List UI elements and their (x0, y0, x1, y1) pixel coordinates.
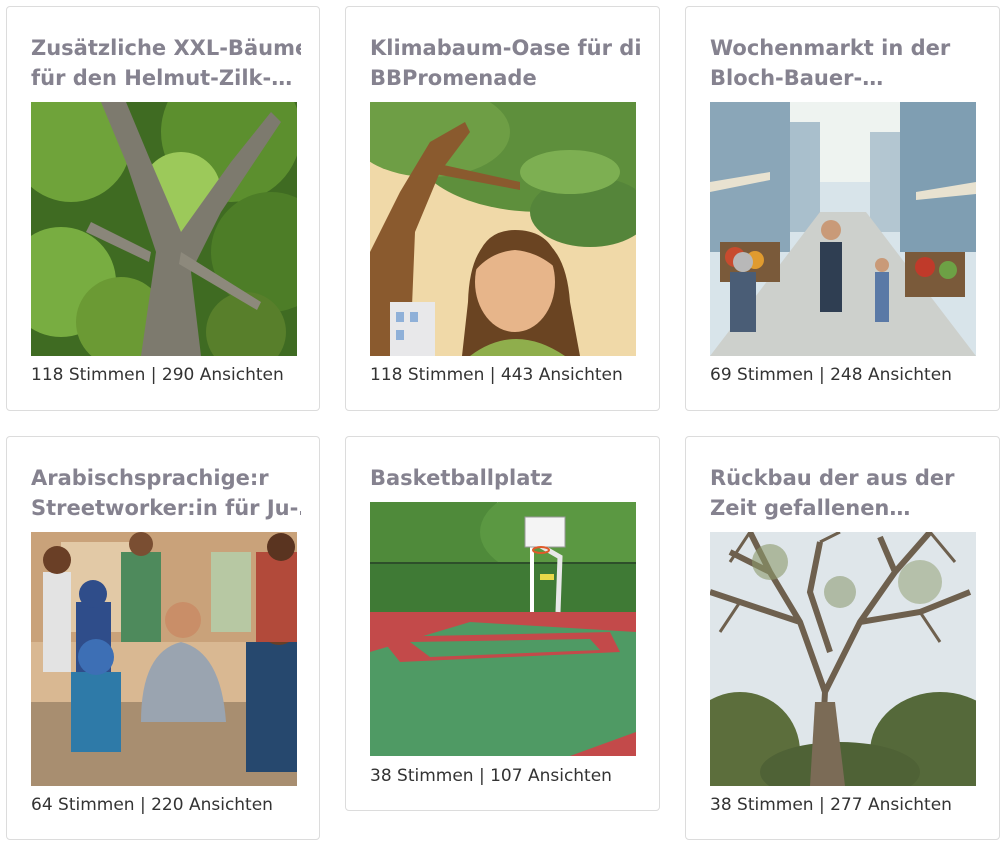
card-stats: 118 Stimmen | 443 Ansichten (370, 365, 623, 385)
card-stats: 38 Stimmen | 277 Ansichten (710, 795, 952, 815)
card-title[interactable]: Wochenmarkt in der Bloch-Bauer-… (710, 33, 980, 93)
idea-card[interactable]: Arabischsprachige:r Streetworker:in für … (6, 436, 320, 840)
card-title[interactable]: Klimabaum-Oase für die BBPromenade (370, 33, 640, 93)
card-stats: 118 Stimmen | 290 Ansichten (31, 365, 284, 385)
card-title-line: Zusätzliche XXL-Bäume (31, 36, 301, 60)
idea-card[interactable]: Zusätzliche XXL-Bäume für den Helmut-Zil… (6, 6, 320, 411)
card-title[interactable]: Zusätzliche XXL-Bäume für den Helmut-Zil… (31, 33, 301, 93)
idea-card[interactable]: Basketballplatz 38 Stimmen | 107 Ansicht… (345, 436, 660, 811)
card-title-line: Rückbau der aus der (710, 466, 955, 490)
card-stats: 64 Stimmen | 220 Ansichten (31, 795, 273, 815)
idea-card[interactable]: Rückbau der aus der Zeit gefallenen… 38 … (685, 436, 1000, 840)
card-stats: 69 Stimmen | 248 Ansichten (710, 365, 952, 385)
card-title-line: Basketballplatz (370, 466, 553, 490)
card-title-line: Arabischsprachige:r (31, 466, 269, 490)
idea-card[interactable]: Klimabaum-Oase für die BBPromenade 118 S… (345, 6, 660, 411)
card-title-line: Bloch-Bauer-… (710, 66, 884, 90)
card-title-line: BBPromenade (370, 66, 537, 90)
card-title-line: Zeit gefallenen… (710, 496, 911, 520)
card-stats: 38 Stimmen | 107 Ansichten (370, 766, 612, 786)
card-image[interactable] (710, 532, 976, 786)
idea-card[interactable]: Wochenmarkt in der Bloch-Bauer-… 69 Stim… (685, 6, 1000, 411)
card-title-line: Wochenmarkt in der (710, 36, 951, 60)
card-title[interactable]: Rückbau der aus der Zeit gefallenen… (710, 463, 980, 523)
card-title-line: Klimabaum-Oase für die (370, 36, 640, 60)
card-title[interactable]: Arabischsprachige:r Streetworker:in für … (31, 463, 301, 523)
card-image[interactable] (31, 532, 297, 786)
card-image[interactable] (370, 502, 636, 756)
card-image[interactable] (31, 102, 297, 356)
card-title[interactable]: Basketballplatz (370, 463, 640, 493)
card-image[interactable] (370, 102, 636, 356)
card-title-line: Streetworker:in für Ju-… (31, 496, 301, 520)
card-title-line: für den Helmut-Zilk-… (31, 66, 293, 90)
card-image[interactable] (710, 102, 976, 356)
